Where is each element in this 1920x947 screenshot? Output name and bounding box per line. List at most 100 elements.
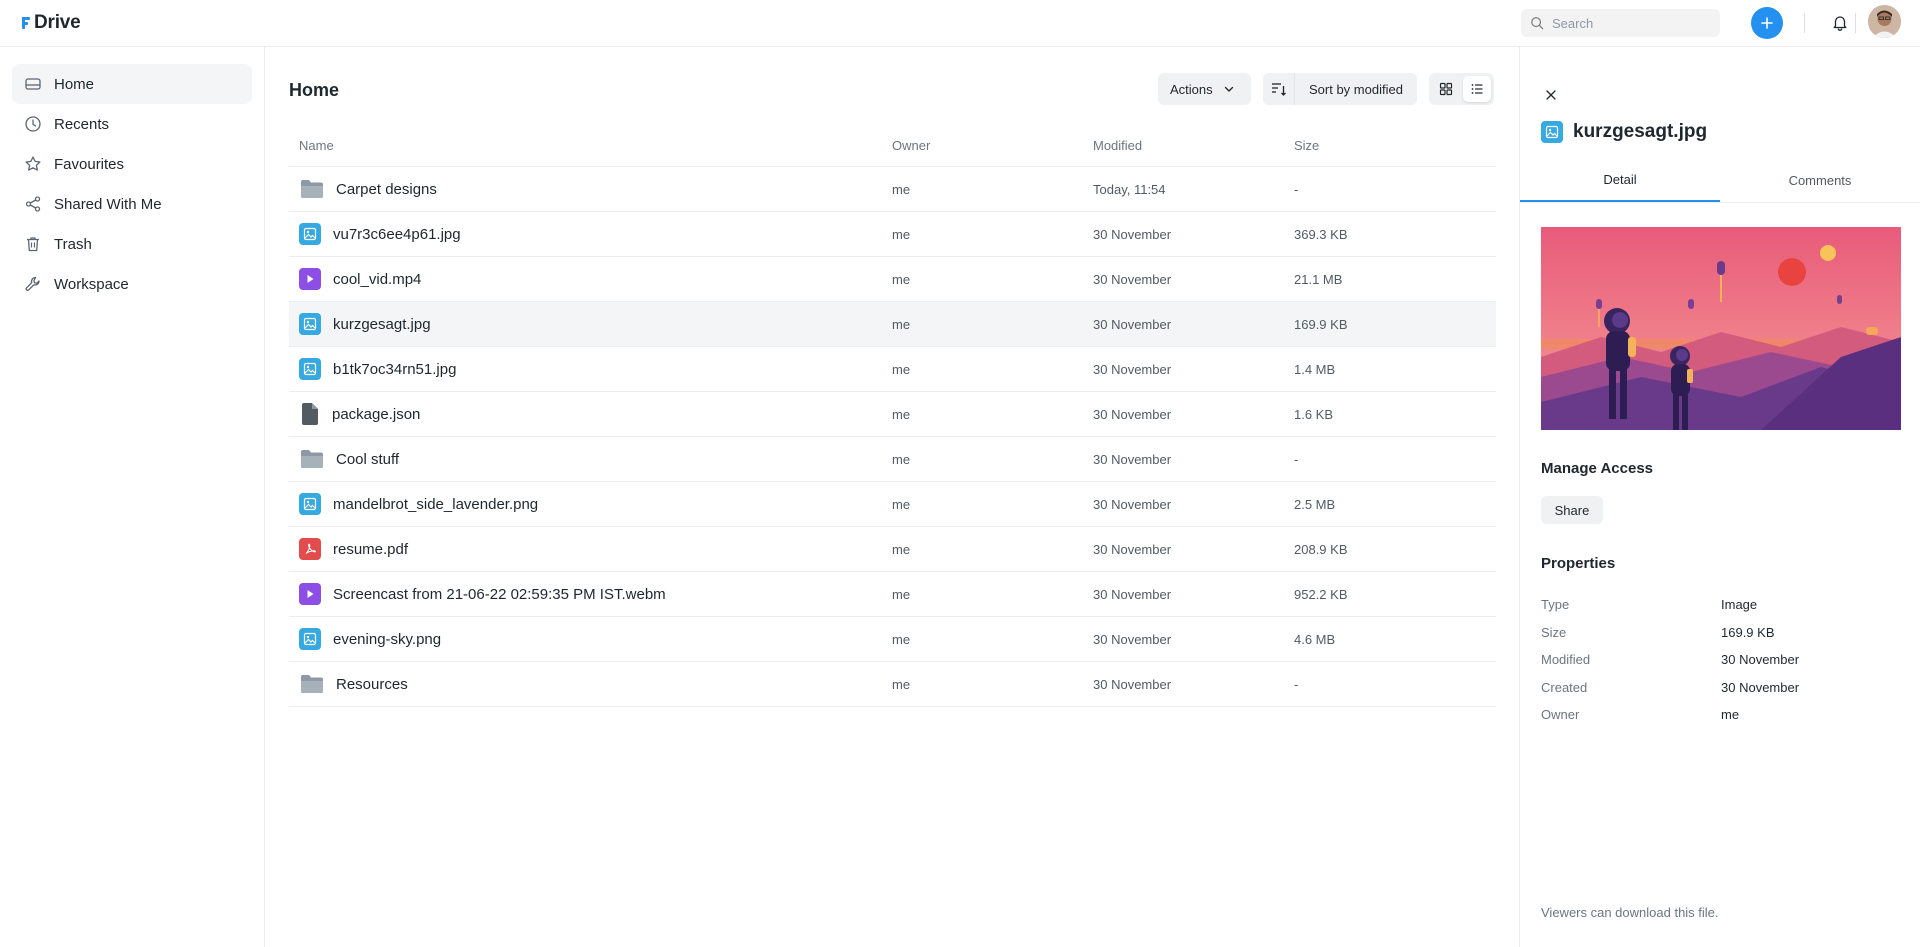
file-modified: Today, 11:54 [1093, 181, 1166, 197]
panel-file-name: kurzgesagt.jpg [1573, 121, 1708, 142]
column-header-owner[interactable]: Owner [892, 138, 1093, 153]
table-row[interactable]: kurzgesagt.jpg me 30 November 169.9 KB [289, 302, 1496, 347]
file-name-cell: vu7r3c6ee4p61.jpg [289, 223, 892, 245]
top-bar: Drive [0, 0, 1920, 47]
table-row[interactable]: evening-sky.png me 30 November 4.6 MB [289, 617, 1496, 662]
chevron-down-icon [1223, 83, 1235, 95]
file-name: Cool stuff [336, 450, 400, 468]
grid-view-button[interactable] [1432, 76, 1461, 102]
sidebar-item-label: Workspace [54, 275, 129, 293]
plus-icon [1760, 16, 1774, 30]
image-icon [299, 313, 321, 335]
file-preview-image [1541, 227, 1901, 430]
notifications-button[interactable] [1832, 14, 1848, 31]
list-view-button[interactable] [1462, 76, 1491, 102]
property-row-type: Type Image [1541, 591, 1901, 619]
share-button[interactable]: Share [1541, 496, 1603, 524]
file-size: 21.1 MB [1294, 271, 1343, 287]
file-modified: 30 November [1093, 271, 1172, 287]
file-owner: me [892, 541, 911, 557]
download-permission-note: Viewers can download this file. [1541, 905, 1719, 920]
file-modified: 30 November [1093, 226, 1172, 242]
table-row[interactable]: Carpet designs me Today, 11:54 - [289, 167, 1496, 212]
close-panel-button[interactable] [1545, 89, 1557, 101]
image-icon [1541, 121, 1563, 143]
properties-title: Properties [1541, 555, 1616, 572]
table-row[interactable]: vu7r3c6ee4p61.jpg me 30 November 369.3 KB [289, 212, 1496, 257]
share-icon [24, 195, 42, 213]
property-row-owner: Owner me [1541, 701, 1901, 729]
file-owner: me [892, 406, 911, 422]
file-size: - [1294, 181, 1299, 197]
file-size: - [1294, 676, 1299, 692]
property-value: Image [1721, 597, 1758, 613]
pdf-icon [299, 538, 321, 560]
bell-icon [1832, 14, 1848, 31]
table-row[interactable]: cool_vid.mp4 me 30 November 21.1 MB [289, 257, 1496, 302]
column-header-modified[interactable]: Modified [1093, 138, 1294, 153]
file-name: vu7r3c6ee4p61.jpg [333, 225, 461, 243]
list-icon [1471, 84, 1483, 94]
sidebar-item-favourites[interactable]: Favourites [12, 144, 252, 184]
file-name: Screencast from 21-06-22 02:59:35 PM IST… [333, 585, 666, 603]
file-name-cell: resume.pdf [289, 538, 892, 560]
sidebar: Home Recents Favourites Shared With Me T… [0, 47, 265, 947]
file-size: - [1294, 451, 1299, 467]
sort-order-toggle[interactable] [1263, 73, 1295, 105]
folder-icon [299, 448, 324, 470]
table-row[interactable]: b1tk7oc34rn51.jpg me 30 November 1.4 MB [289, 347, 1496, 392]
table-row[interactable]: Screencast from 21-06-22 02:59:35 PM IST… [289, 572, 1496, 617]
file-size: 169.9 KB [1294, 316, 1348, 332]
file-name-cell: Cool stuff [289, 448, 892, 470]
page-title: Home [289, 80, 340, 100]
column-header-size[interactable]: Size [1294, 138, 1496, 153]
actions-button[interactable]: Actions [1158, 73, 1251, 105]
sidebar-item-trash[interactable]: Trash [12, 224, 252, 264]
file-name: resume.pdf [333, 540, 409, 558]
add-new-button[interactable] [1751, 7, 1783, 39]
file-owner: me [892, 586, 911, 602]
close-icon [1546, 90, 1556, 100]
drive-logo-icon [22, 16, 32, 30]
file-owner: me [892, 676, 911, 692]
table-row[interactable]: package.json me 30 November 1.6 KB [289, 392, 1496, 437]
file-modified: 30 November [1093, 541, 1172, 557]
property-row-created: Created 30 November [1541, 674, 1901, 702]
file-name: cool_vid.mp4 [333, 270, 422, 288]
property-row-modified: Modified 30 November [1541, 646, 1901, 674]
file-name-cell: evening-sky.png [289, 628, 892, 650]
search-input[interactable] [1552, 15, 1702, 31]
sort-button[interactable]: Sort by modified [1263, 73, 1417, 105]
file-name: b1tk7oc34rn51.jpg [333, 360, 457, 378]
properties-list: Type Image Size 169.9 KB Modified 30 Nov… [1541, 591, 1901, 729]
tab-detail[interactable]: Detail [1520, 159, 1720, 202]
file-modified: 30 November [1093, 316, 1172, 332]
details-panel: kurzgesagt.jpg Detail Comments Manage Ac… [1519, 47, 1920, 947]
sidebar-item-label: Shared With Me [54, 195, 162, 213]
file-modified: 30 November [1093, 451, 1172, 467]
table-row[interactable]: resume.pdf me 30 November 208.9 KB [289, 527, 1496, 572]
tab-comments[interactable]: Comments [1720, 159, 1920, 202]
file-name-cell: mandelbrot_side_lavender.png [289, 493, 892, 515]
video-icon [299, 268, 321, 290]
table-row[interactable]: mandelbrot_side_lavender.png me 30 Novembe… [289, 482, 1496, 527]
column-header-name[interactable]: Name [289, 138, 892, 153]
file-name: Carpet designs [336, 180, 437, 198]
search-box[interactable] [1521, 9, 1720, 37]
sidebar-item-workspace[interactable]: Workspace [12, 264, 252, 304]
folder-icon [299, 178, 324, 200]
image-icon [299, 223, 321, 245]
sidebar-item-home[interactable]: Home [12, 64, 252, 104]
table-row[interactable]: Cool stuff me 30 November - [289, 437, 1496, 482]
app-logo[interactable]: Drive [22, 12, 81, 34]
sidebar-item-shared-with-me[interactable]: Shared With Me [12, 184, 252, 224]
folder-icon [299, 673, 324, 695]
sidebar-item-recents[interactable]: Recents [12, 104, 252, 144]
divider [1855, 13, 1856, 33]
document-icon [300, 403, 320, 425]
panel-tabs: Detail Comments [1520, 159, 1920, 203]
property-key: Owner [1541, 707, 1580, 723]
avatar[interactable] [1868, 5, 1901, 38]
property-key: Created [1541, 679, 1588, 695]
table-row[interactable]: Resources me 30 November - [289, 662, 1496, 707]
